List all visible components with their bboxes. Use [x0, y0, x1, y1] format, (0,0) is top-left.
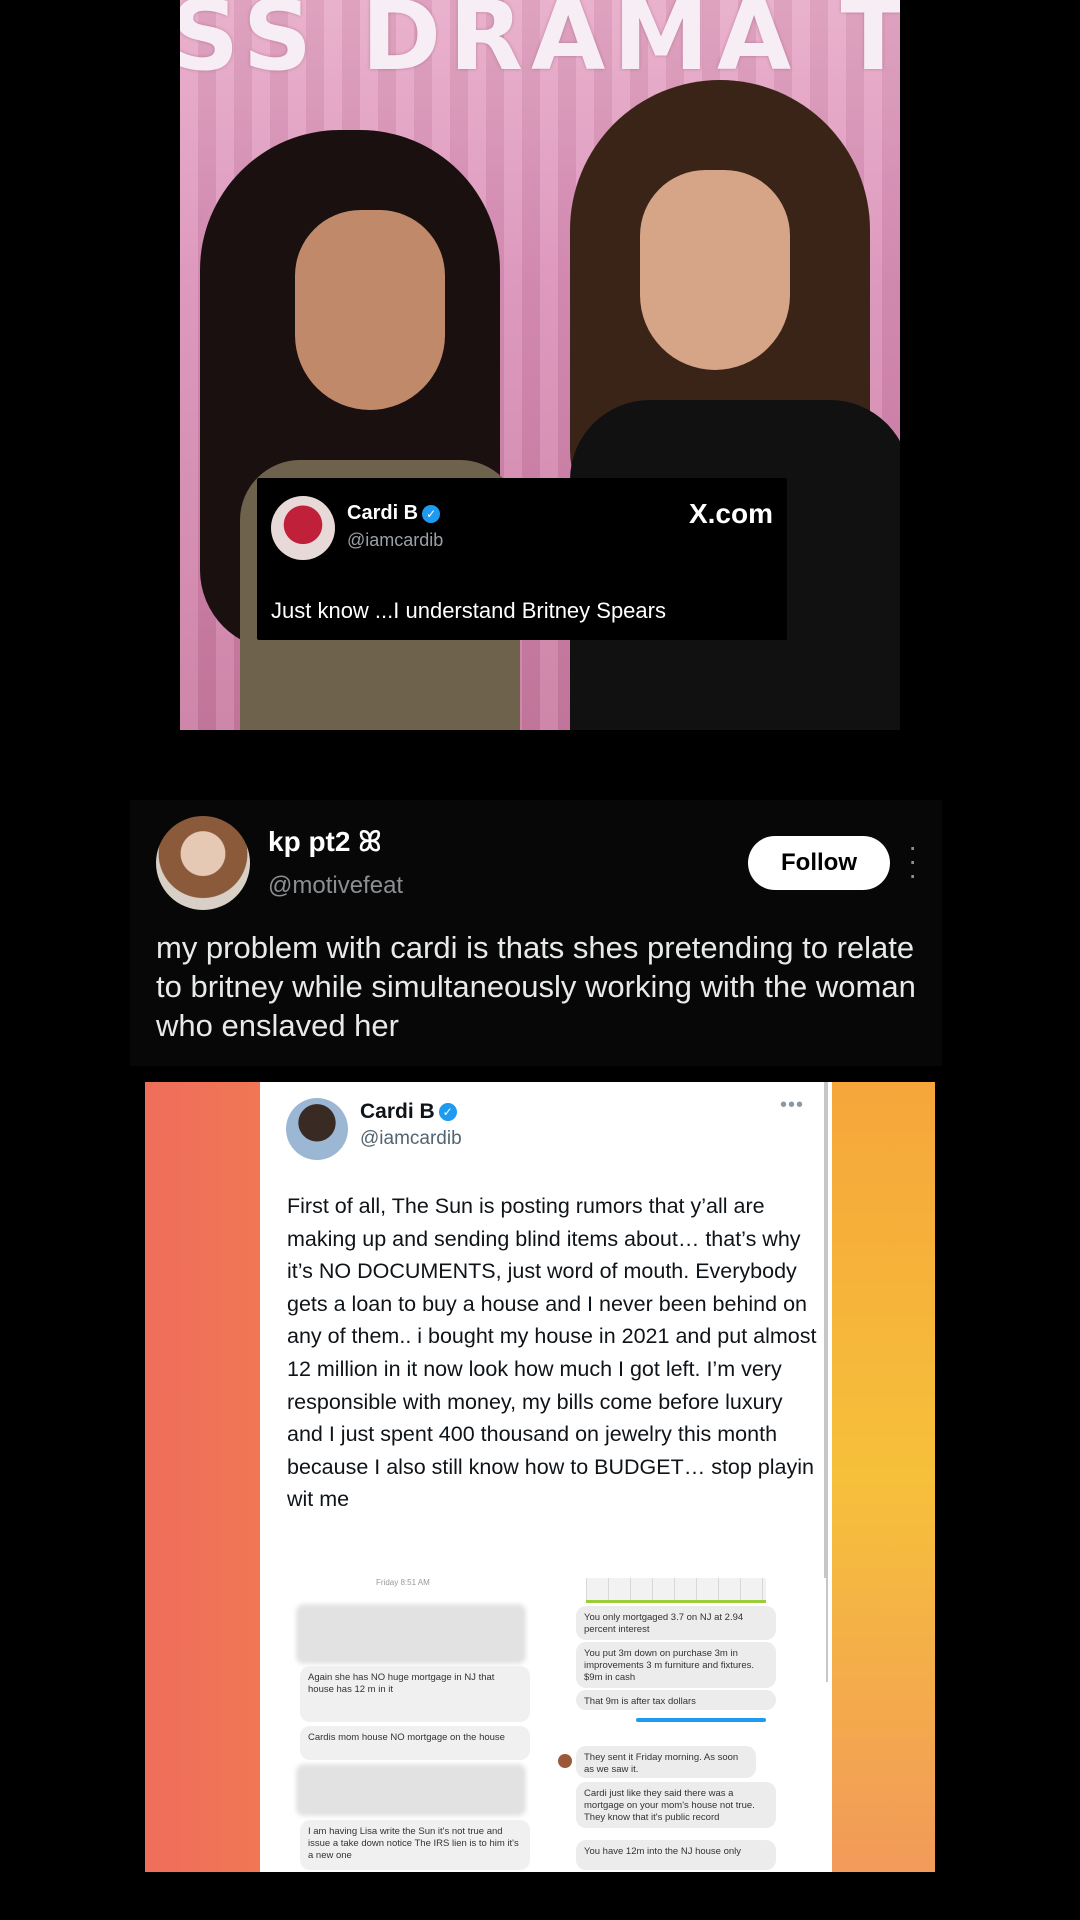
tweet-text: my problem with cardi is thats shes pret… — [156, 930, 916, 1043]
person-left — [200, 130, 580, 730]
tweet-author-name[interactable]: kp pt2 ꕤ — [268, 826, 382, 859]
post-author-name: Cardi B ✓ — [347, 502, 441, 525]
x-logo-text: X.com — [688, 498, 773, 529]
highlight-bar — [636, 1718, 766, 1722]
post-author-handle: @iamcardib — [347, 530, 444, 550]
post-text: First of all, The Sun is posting rumors … — [287, 1194, 817, 1512]
spreadsheet-snippet — [586, 1578, 766, 1603]
message-bubble: They sent it Friday morning. As soon as … — [576, 1746, 756, 1778]
message-bubble: Cardi just like they said there was a mo… — [576, 1782, 776, 1828]
message-bubble: Cardis mom house NO mortgage on the hous… — [300, 1726, 530, 1760]
follow-button[interactable]: Follow — [748, 836, 890, 890]
message-timestamp: Friday 8:51 AM — [376, 1578, 430, 1587]
message-bubble: You only mortgaged 3.7 on NJ at 2.94 per… — [576, 1606, 776, 1640]
avatar — [271, 496, 335, 560]
verified-icon: ✓ — [438, 1103, 457, 1122]
avatar — [558, 1754, 572, 1768]
embedded-x-post-card: Cardi B ✓ @iamcardib X.com Just know ...I… — [257, 478, 787, 640]
more-options-icon: ••• — [779, 1094, 804, 1116]
blurred-region — [296, 1604, 526, 1664]
more-options-icon[interactable]: · · · — [908, 833, 917, 889]
message-bubble: That 9m is after tax dollars — [576, 1690, 776, 1710]
avatar[interactable] — [156, 816, 250, 910]
post-text: Just know ...I understand Britney Spears — [271, 598, 666, 623]
message-bubble: Again she has NO huge mortgage in NJ tha… — [300, 1666, 530, 1722]
backdrop-banner-text: SS DRAMA T — [180, 0, 900, 92]
message-screenshots: Friday 8:51 AM Again she has NO huge mor… — [286, 1578, 826, 1872]
post-author-handle: @iamcardib — [360, 1128, 462, 1149]
verified-icon: ✓ — [422, 504, 441, 523]
message-bubble: You put 3m down on purchase 3m in improv… — [576, 1642, 776, 1688]
post-screenshot: Cardi B ✓ @iamcardib ••• First of all, Th… — [260, 1082, 832, 1872]
gradient-background-right — [830, 1082, 935, 1872]
left-message-screenshot: Friday 8:51 AM Again she has NO huge mor… — [286, 1578, 546, 1872]
blurred-region — [296, 1764, 526, 1816]
avatar — [286, 1098, 348, 1160]
message-bubble: You have 12m into the NJ house only — [576, 1840, 776, 1870]
tweet-author-handle[interactable]: @motivefeat — [268, 872, 403, 900]
tweet-card: kp pt2 ꕤ @motivefeat Follow · · · my probl… — [130, 800, 942, 1066]
right-message-screenshot: You only mortgaged 3.7 on NJ at 2.94 per… — [556, 1578, 826, 1872]
post-author-name: Cardi B ✓ — [360, 1100, 457, 1124]
message-bubble: I am having Lisa write the Sun it's not … — [300, 1820, 530, 1870]
